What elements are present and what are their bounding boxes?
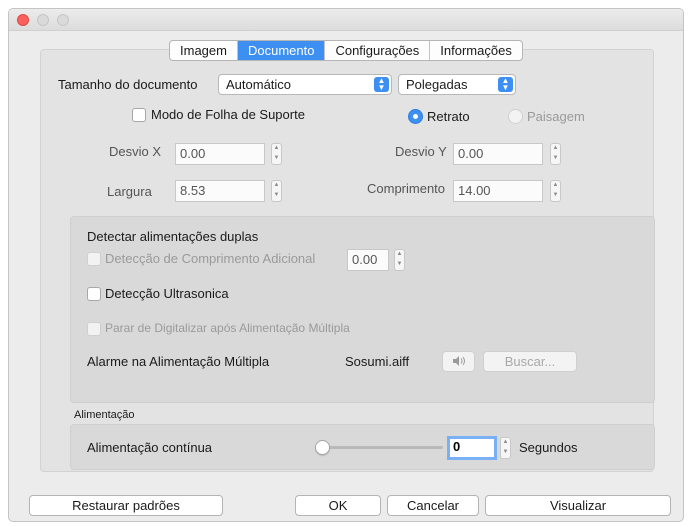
browse-button[interactable]: Buscar... xyxy=(483,351,577,372)
tab-configuracoes[interactable]: Configurações xyxy=(325,41,431,60)
units-value: Polegadas xyxy=(406,77,468,92)
length-detect-label: Detecção de Comprimento Adicional xyxy=(105,251,316,266)
portrait-radio[interactable] xyxy=(408,109,423,124)
seconds-stepper[interactable]: ▲ ▼ xyxy=(500,437,511,459)
length-detect-field[interactable]: 0.00 xyxy=(347,249,389,271)
portrait-label: Retrato xyxy=(427,109,470,124)
popup-chevron-icon: ▲ ▼ xyxy=(498,77,513,92)
width-field[interactable]: 8.53 xyxy=(175,180,265,202)
offset-y-label: Desvio Y xyxy=(395,144,447,159)
alarm-file: Sosumi.aiff xyxy=(345,354,410,369)
document-size-value: Automático xyxy=(226,77,292,92)
zoom-window-button[interactable] xyxy=(57,14,69,26)
continuous-feed-slider-knob[interactable] xyxy=(315,440,330,455)
restore-defaults-button[interactable]: Restaurar padrões xyxy=(29,495,223,516)
feeding-section-label: Alimentação xyxy=(74,409,135,421)
tab-documento[interactable]: Documento xyxy=(237,41,326,60)
double-feed-title: Detectar alimentações duplas xyxy=(87,229,259,244)
seconds-unit-label: Segundos xyxy=(519,440,578,455)
seconds-field[interactable]: 0 xyxy=(447,436,497,460)
length-detect-checkbox[interactable] xyxy=(87,252,101,266)
length-detect-stepper[interactable]: ▲ ▼ xyxy=(394,249,405,271)
length-field[interactable]: 14.00 xyxy=(453,180,543,202)
document-size-label: Tamanho do documento xyxy=(58,77,198,92)
alarm-label: Alarme na Alimentação Múltipla xyxy=(87,354,270,369)
units-popup[interactable]: Polegadas ▲ ▼ xyxy=(398,74,516,95)
stop-scan-checkbox[interactable] xyxy=(87,322,101,336)
play-sound-button[interactable] xyxy=(442,351,475,372)
tab-bar: Imagem Documento Configurações Informaçõ… xyxy=(169,40,523,61)
popup-chevron-icon: ▲ ▼ xyxy=(374,77,389,92)
ok-button[interactable]: OK xyxy=(295,495,381,516)
offset-x-field[interactable]: 0.00 xyxy=(175,143,265,165)
carrier-sheet-checkbox[interactable] xyxy=(132,108,146,122)
ultrasonic-label: Detecção Ultrasonica xyxy=(105,286,229,301)
close-window-button[interactable] xyxy=(17,14,29,26)
offset-y-field[interactable]: 0.00 xyxy=(453,143,543,165)
settings-window: Imagem Documento Configurações Informaçõ… xyxy=(8,8,684,522)
continuous-feed-slider-track xyxy=(319,446,443,449)
ultrasonic-checkbox[interactable] xyxy=(87,287,101,301)
document-size-popup[interactable]: Automático ▲ ▼ xyxy=(218,74,392,95)
offset-x-label: Desvio X xyxy=(109,144,162,159)
tab-imagem[interactable]: Imagem xyxy=(170,41,238,60)
stop-scan-label: Parar de Digitalizar após Alimentação Mú… xyxy=(105,321,350,335)
preview-button[interactable]: Visualizar xyxy=(485,495,671,516)
document-panel: Tamanho do documento Automático ▲ ▼ Poleg… xyxy=(40,49,655,472)
tab-informacoes[interactable]: Informações xyxy=(430,41,522,60)
cancel-button[interactable]: Cancelar xyxy=(387,495,479,516)
continuous-feed-label: Alimentação contínua xyxy=(87,440,213,455)
speaker-icon xyxy=(452,356,465,366)
length-stepper[interactable]: ▲ ▼ xyxy=(550,180,561,202)
carrier-sheet-label: Modo de Folha de Suporte xyxy=(151,107,305,122)
title-bar xyxy=(9,9,683,31)
width-label: Largura xyxy=(107,184,152,199)
offset-x-stepper[interactable]: ▲ ▼ xyxy=(271,143,282,165)
double-feed-group: Detectar alimentações duplas Detecção de… xyxy=(70,216,655,403)
length-label: Comprimento xyxy=(367,181,446,196)
offset-y-stepper[interactable]: ▲ ▼ xyxy=(550,143,561,165)
feeding-group: Alimentação contínua 0 ▲ ▼ Segundos xyxy=(70,424,655,470)
landscape-radio[interactable] xyxy=(508,109,523,124)
landscape-label: Paisagem xyxy=(527,109,585,124)
width-stepper[interactable]: ▲ ▼ xyxy=(271,180,282,202)
minimize-window-button[interactable] xyxy=(37,14,49,26)
